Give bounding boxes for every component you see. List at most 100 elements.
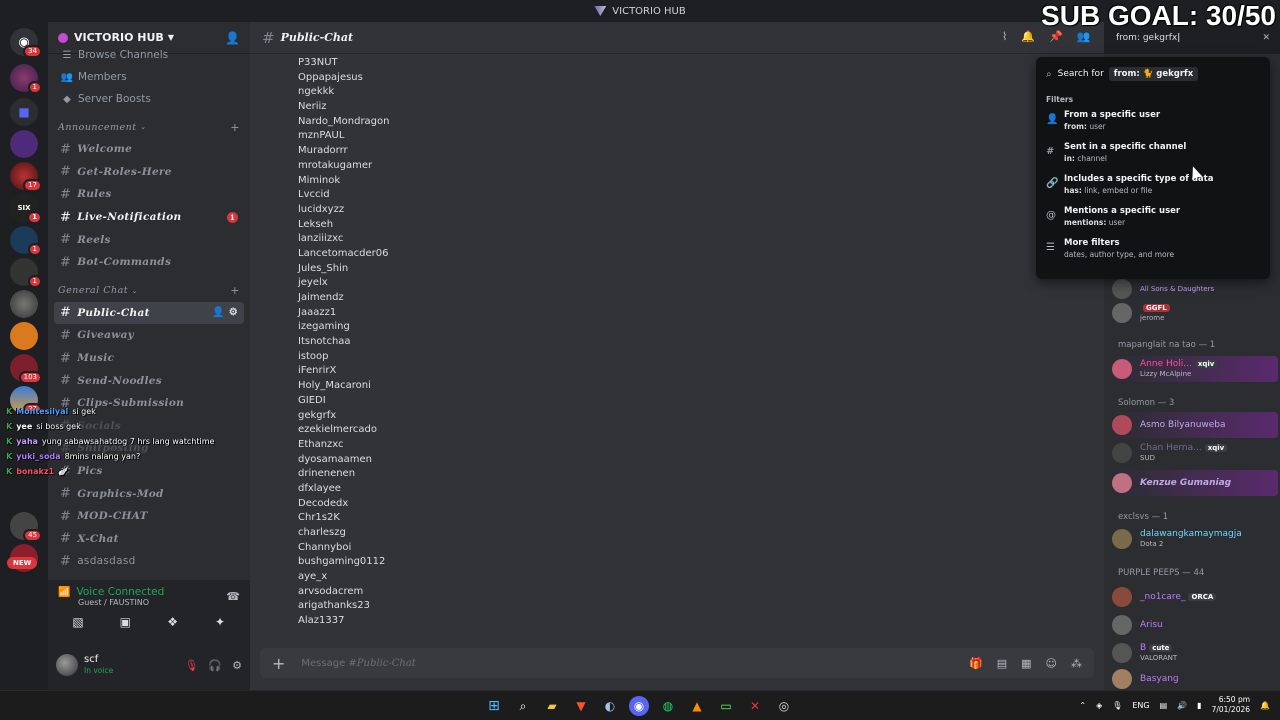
disconnect-icon[interactable]: ☎ xyxy=(226,590,240,603)
server-icon[interactable]: 103 xyxy=(10,354,42,384)
camera-off-icon[interactable]: ▧ xyxy=(60,615,96,629)
apps-icon[interactable]: ⁂ xyxy=(1071,657,1082,670)
taskbar: ⊞ ⌕ ▰ ▼ ◐ ◉ ◍ ▲ ▭ ✕ ◎ ⌃ ◈ 🎙 ENG ▤ 🔊 ▮ 6:… xyxy=(0,690,1280,720)
member-item[interactable]: Basyang xyxy=(1112,666,1278,690)
volume-icon[interactable]: 🔊 xyxy=(1177,701,1187,710)
clock[interactable]: 6:50 pm 7/01/2026 xyxy=(1212,695,1250,715)
category-general-chat[interactable]: General Chat ⌄ + xyxy=(48,280,250,302)
deafen-icon[interactable]: 🎧 xyxy=(208,659,222,672)
search-for-row[interactable]: ⌕ Search for from: 🐈 gekgrfx xyxy=(1046,65,1260,83)
channel-graphics-mod[interactable]: # Graphics-Mod xyxy=(54,482,244,505)
obs-icon[interactable]: ◎ xyxy=(774,696,794,716)
search-icon[interactable]: ⌕ xyxy=(513,696,533,716)
server-icon[interactable]: 1 xyxy=(10,258,42,288)
server-icon[interactable]: SIX 1 xyxy=(10,194,42,224)
channel-bot-commands[interactable]: # Bot-Commands xyxy=(54,251,244,274)
attach-plus-icon[interactable]: + xyxy=(272,654,285,673)
avatar xyxy=(1112,473,1132,493)
gear-icon[interactable]: ⚙ xyxy=(232,659,242,672)
kick-icon: K xyxy=(6,467,13,476)
file-explorer-icon[interactable]: ▰ xyxy=(542,696,562,716)
voice-location[interactable]: Guest / FAUSTINO xyxy=(78,598,240,607)
member-item[interactable]: Arisu xyxy=(1112,612,1278,638)
filter-mentions-user[interactable]: @ Mentions a specific user mentions: user xyxy=(1046,206,1260,238)
channel-giveaway[interactable]: # Giveaway xyxy=(54,324,244,347)
bell-icon[interactable]: 🔔 xyxy=(1021,30,1035,43)
server-icon[interactable]: 17 xyxy=(10,162,42,192)
server-icon[interactable]: 45 xyxy=(10,512,42,542)
language-indicator[interactable]: ENG xyxy=(1132,701,1149,710)
threads-icon[interactable]: ⌇ xyxy=(1002,30,1007,43)
windows-start-icon[interactable]: ⊞ xyxy=(484,696,504,716)
channel-get-roles[interactable]: # Get-Roles-Here xyxy=(54,161,244,184)
app-icon[interactable]: ▲ xyxy=(687,696,707,716)
add-channel-icon[interactable]: + xyxy=(230,121,240,134)
kick-icon: K xyxy=(6,422,13,431)
filter-has-data[interactable]: 🔗 Includes a specific type of data has: li… xyxy=(1046,174,1260,206)
network-icon[interactable]: ▤ xyxy=(1160,701,1168,710)
server-icon[interactable]: 1 xyxy=(10,226,42,256)
member-item[interactable]: Kenzue Gumaniag xyxy=(1112,470,1278,496)
screen-share-icon[interactable]: ▣ xyxy=(107,615,143,629)
invite-people-icon[interactable]: 👤 xyxy=(225,31,240,45)
sticker-icon[interactable]: ▦ xyxy=(1021,657,1031,670)
discord-home-button[interactable]: ◉ 34 xyxy=(10,28,42,58)
channel-music[interactable]: # Music xyxy=(54,347,244,370)
category-announcement[interactable]: Announcement ⌄ + xyxy=(48,116,250,138)
avatar[interactable] xyxy=(56,654,78,676)
gif-icon[interactable]: ▤ xyxy=(997,657,1007,670)
channel-public-chat[interactable]: # Public-Chat 👤 ⚙ xyxy=(54,301,244,325)
channel-reels[interactable]: # Reels xyxy=(54,228,244,251)
server-icon[interactable]: 1 xyxy=(10,64,42,94)
discord-icon[interactable]: ◉ xyxy=(629,696,649,716)
channel-welcome[interactable]: # Welcome xyxy=(54,138,244,161)
filter-from-user[interactable]: 👤 From a specific user from: user xyxy=(1046,110,1260,142)
member-item[interactable]: dalawangkamaymagja Dota 2 xyxy=(1112,526,1278,552)
terminal-icon[interactable]: ▭ xyxy=(716,696,736,716)
notification-icon[interactable]: 🔔 xyxy=(1260,701,1270,710)
soundboard-icon[interactable]: ✦ xyxy=(202,615,238,629)
member-item[interactable]: GGFL jerome xyxy=(1112,300,1278,326)
spotify-icon[interactable]: ◍ xyxy=(658,696,678,716)
brave-icon[interactable]: ▼ xyxy=(571,696,591,716)
steam-icon[interactable]: ◐ xyxy=(600,696,620,716)
signal-icon[interactable]: 📶 xyxy=(58,587,70,598)
browse-channels-item[interactable]: ☰ Browse Channels xyxy=(48,44,250,66)
mic-icon[interactable]: 🎙 xyxy=(1112,701,1122,710)
member-item[interactable]: Chan Herna... xqiv SUD xyxy=(1112,440,1278,466)
filter-more[interactable]: ☰ More filters dates, author type, and mor… xyxy=(1046,238,1260,270)
channel-settings-icons[interactable]: 👤 ⚙ xyxy=(212,307,238,318)
tray-app-icon[interactable]: ◈ xyxy=(1096,701,1102,710)
server-icon[interactable] xyxy=(10,322,38,350)
server-boosts-item[interactable]: ◆ Server Boosts xyxy=(48,88,250,110)
channel-x-chat[interactable]: # X-Chat xyxy=(54,528,244,551)
server-icon[interactable] xyxy=(10,290,38,318)
member-item[interactable]: All Sons & Daughters xyxy=(1112,276,1278,302)
member-item[interactable]: _no1care_ ORCA xyxy=(1112,584,1278,610)
chevron-up-icon[interactable]: ⌃ xyxy=(1079,701,1086,710)
mute-icon[interactable]: 🎙 xyxy=(184,659,198,672)
members-item[interactable]: 👥 Members xyxy=(48,66,250,88)
channel-rules[interactable]: # Rules xyxy=(54,183,244,206)
member-item[interactable]: Bcute VALORANT xyxy=(1112,640,1278,666)
channel-send-noodles[interactable]: # Send-Noodles xyxy=(54,369,244,392)
message-text: arvsodacrem xyxy=(298,585,364,597)
message-input[interactable]: Message #Public-Chat xyxy=(301,658,415,669)
gift-icon[interactable]: 🎁 xyxy=(969,657,983,670)
message-text: dfxlayee xyxy=(298,482,341,494)
channel-mod-chat[interactable]: # MOD-CHAT xyxy=(54,505,244,528)
close-icon[interactable]: ✕ xyxy=(1262,33,1270,43)
app-icon[interactable]: ✕ xyxy=(745,696,765,716)
channel-asdasdasd[interactable]: # asdasdasd xyxy=(54,550,244,573)
server-icon[interactable] xyxy=(10,130,38,158)
message-composer[interactable]: + Message #Public-Chat 🎁 ▤ ▦ ☺ ⁂ xyxy=(260,648,1094,678)
filter-in-channel[interactable]: # Sent in a specific channel in: channel xyxy=(1046,142,1260,174)
channel-live-notification[interactable]: # Live-Notification 1 xyxy=(54,206,244,229)
activities-icon[interactable]: ❖ xyxy=(155,615,191,629)
emoji-icon[interactable]: ☺ xyxy=(1046,657,1057,670)
member-item[interactable]: Asmo Bilyanuweba xyxy=(1112,412,1278,438)
folder-icon[interactable]: ■ xyxy=(10,98,38,126)
battery-icon[interactable]: ▮ xyxy=(1197,701,1201,710)
add-channel-icon[interactable]: + xyxy=(230,284,240,297)
member-item[interactable]: Anne Holi... xqiv Lizzy McAlpine xyxy=(1112,356,1278,382)
